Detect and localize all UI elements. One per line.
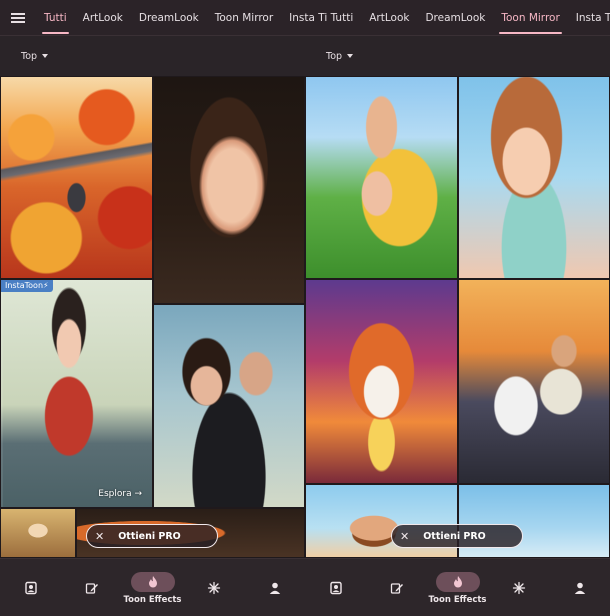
gallery-tile-boy-with-dog[interactable] bbox=[458, 279, 610, 484]
menu-button[interactable] bbox=[0, 0, 36, 36]
gallery-tile-blonde[interactable] bbox=[0, 508, 76, 558]
sort-dropdown[interactable]: Top bbox=[21, 50, 49, 62]
nav-effects[interactable] bbox=[491, 562, 547, 614]
get-pro-button[interactable]: ✕ Ottieni PRO bbox=[391, 524, 523, 548]
right-gallery-panel: Top ✕ Ottieni PRO bbox=[305, 36, 610, 558]
gallery-tile-pinup[interactable]: InstaToon⚡ Esplora → bbox=[0, 279, 153, 508]
bottom-navigation: Toon Effects Toon Effects bbox=[0, 558, 610, 616]
tab-artlook[interactable]: ArtLook bbox=[75, 0, 131, 36]
gallery-tile-woman-portrait[interactable] bbox=[153, 76, 305, 304]
tab-tutti[interactable]: Tutti bbox=[36, 0, 75, 36]
left-gallery-panel: Top InstaToon⚡ Esplora → ✕ Ottieni PRO bbox=[0, 36, 305, 558]
app-screen: Tutti ArtLook DreamLook Toon Mirror Inst… bbox=[0, 0, 610, 616]
bottom-nav-right: Toon Effects bbox=[305, 559, 610, 616]
nav-edit[interactable] bbox=[64, 562, 120, 614]
caret-down-icon bbox=[42, 54, 49, 58]
edit-icon bbox=[70, 578, 114, 598]
tab-toon-mirror[interactable]: Toon Mirror bbox=[207, 0, 281, 36]
get-pro-button[interactable]: ✕ Ottieni PRO bbox=[86, 524, 218, 548]
sparkle-icon bbox=[192, 578, 236, 598]
nav-toon-effects-label: Toon Effects bbox=[428, 594, 487, 605]
instatoon-badge: InstaToon⚡ bbox=[1, 280, 53, 292]
gallery-tile-girl-3d[interactable] bbox=[458, 76, 610, 279]
portrait-frame-icon bbox=[9, 578, 53, 598]
tab-insta-ti-tutti[interactable]: Insta Ti Tutti bbox=[281, 0, 361, 36]
close-icon[interactable]: ✕ bbox=[400, 531, 409, 542]
person-icon bbox=[253, 578, 297, 598]
sort-bar: Top bbox=[305, 36, 610, 76]
hamburger-icon bbox=[11, 12, 25, 23]
bottom-nav-left: Toon Effects bbox=[0, 559, 305, 616]
flame-icon bbox=[130, 571, 175, 592]
tab-artlook-2[interactable]: ArtLook bbox=[361, 0, 417, 36]
nav-profile[interactable] bbox=[552, 562, 608, 614]
flame-icon bbox=[435, 571, 480, 592]
nav-edit[interactable] bbox=[369, 562, 425, 614]
portrait-frame-icon bbox=[314, 578, 358, 598]
nav-gallery[interactable] bbox=[3, 562, 59, 614]
nav-toon-effects[interactable]: Toon Effects bbox=[123, 562, 182, 614]
nav-gallery[interactable] bbox=[308, 562, 364, 614]
explore-link[interactable]: Esplora → bbox=[98, 489, 142, 499]
category-tab-bar: Tutti ArtLook DreamLook Toon Mirror Inst… bbox=[0, 0, 610, 36]
tab-toon-mirror-2[interactable]: Toon Mirror bbox=[493, 0, 567, 36]
nav-toon-effects[interactable]: Toon Effects bbox=[428, 562, 487, 614]
nav-effects[interactable] bbox=[186, 562, 242, 614]
sort-label: Top bbox=[21, 50, 38, 62]
sort-label: Top bbox=[326, 50, 343, 62]
sort-dropdown[interactable]: Top bbox=[326, 50, 354, 62]
tab-list: Tutti ArtLook DreamLook Toon Mirror Inst… bbox=[36, 0, 610, 36]
tab-dreamlook[interactable]: DreamLook bbox=[131, 0, 207, 36]
tab-insta-toon[interactable]: Insta Toon bbox=[568, 0, 610, 36]
person-icon bbox=[558, 578, 602, 598]
gallery-tile-dog[interactable] bbox=[305, 279, 458, 484]
tab-dreamlook-2[interactable]: DreamLook bbox=[417, 0, 493, 36]
sort-bar: Top bbox=[0, 36, 305, 76]
nav-toon-effects-label: Toon Effects bbox=[123, 594, 182, 605]
gallery-tile-kids[interactable] bbox=[305, 76, 458, 279]
close-icon[interactable]: ✕ bbox=[95, 531, 104, 542]
get-pro-label: Ottieni PRO bbox=[118, 530, 181, 542]
nav-profile[interactable] bbox=[247, 562, 303, 614]
sparkle-icon bbox=[497, 578, 541, 598]
caret-down-icon bbox=[347, 54, 354, 58]
edit-icon bbox=[375, 578, 419, 598]
get-pro-label: Ottieni PRO bbox=[423, 530, 486, 542]
gallery-tile-couple[interactable] bbox=[153, 304, 305, 508]
gallery-tile-autumn-forest[interactable] bbox=[0, 76, 153, 279]
